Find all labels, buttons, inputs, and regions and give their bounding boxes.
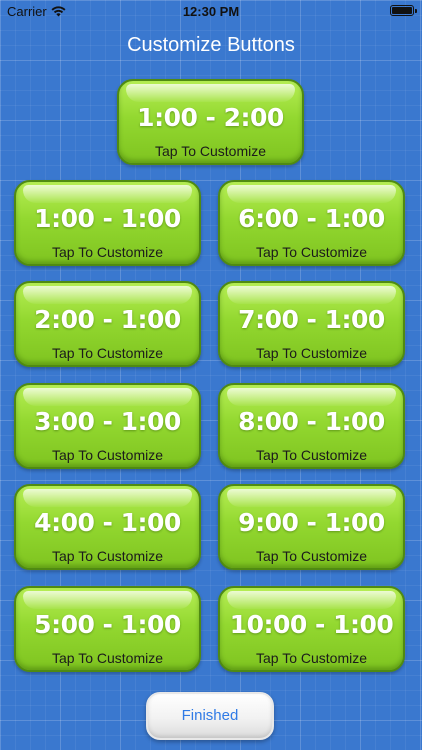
customize-button-4[interactable]: 2:00 - 1:00 Tap To Customize — [14, 281, 201, 367]
button-caption: Tap To Customize — [51, 345, 163, 361]
button-time-label: 10:00 - 1:00 — [229, 610, 394, 639]
button-caption: Tap To Customize — [255, 244, 367, 260]
customize-button-8[interactable]: 4:00 - 1:00 Tap To Customize — [14, 484, 201, 570]
button-time-label: 6:00 - 1:00 — [238, 204, 385, 233]
button-time-label: 9:00 - 1:00 — [238, 508, 385, 537]
button-caption: Tap To Customize — [51, 244, 163, 260]
customize-button-3[interactable]: 6:00 - 1:00 Tap To Customize — [218, 180, 405, 266]
button-caption: Tap To Customize — [255, 650, 367, 666]
customize-button-2[interactable]: 1:00 - 1:00 Tap To Customize — [14, 180, 201, 266]
button-time-label: 8:00 - 1:00 — [238, 407, 385, 436]
customize-button-5[interactable]: 7:00 - 1:00 Tap To Customize — [218, 281, 405, 367]
customize-button-1[interactable]: 1:00 - 2:00 Tap To Customize — [117, 79, 304, 165]
button-time-label: 4:00 - 1:00 — [34, 508, 181, 537]
button-time-label: 7:00 - 1:00 — [238, 305, 385, 334]
button-caption: Tap To Customize — [51, 447, 163, 463]
button-caption: Tap To Customize — [154, 143, 266, 159]
customize-button-7[interactable]: 8:00 - 1:00 Tap To Customize — [218, 383, 405, 469]
battery-icon — [390, 5, 417, 16]
button-time-label: 1:00 - 2:00 — [137, 103, 284, 132]
button-caption: Tap To Customize — [255, 345, 367, 361]
button-caption: Tap To Customize — [51, 650, 163, 666]
customize-button-11[interactable]: 10:00 - 1:00 Tap To Customize — [218, 586, 405, 672]
button-caption: Tap To Customize — [51, 548, 163, 564]
button-time-label: 1:00 - 1:00 — [34, 204, 181, 233]
customize-button-10[interactable]: 5:00 - 1:00 Tap To Customize — [14, 586, 201, 672]
page-title: Customize Buttons — [127, 34, 295, 56]
status-bar: Carrier 12:30 PM — [0, 0, 422, 22]
customize-button-6[interactable]: 3:00 - 1:00 Tap To Customize — [14, 383, 201, 469]
customize-button-9[interactable]: 9:00 - 1:00 Tap To Customize — [218, 484, 405, 570]
button-caption: Tap To Customize — [255, 447, 367, 463]
button-time-label: 5:00 - 1:00 — [34, 610, 181, 639]
button-time-label: 2:00 - 1:00 — [34, 305, 181, 334]
button-time-label: 3:00 - 1:00 — [34, 407, 181, 436]
status-time: 12:30 PM — [182, 4, 240, 19]
button-caption: Tap To Customize — [255, 548, 367, 564]
finished-button[interactable]: Finished — [146, 692, 274, 740]
